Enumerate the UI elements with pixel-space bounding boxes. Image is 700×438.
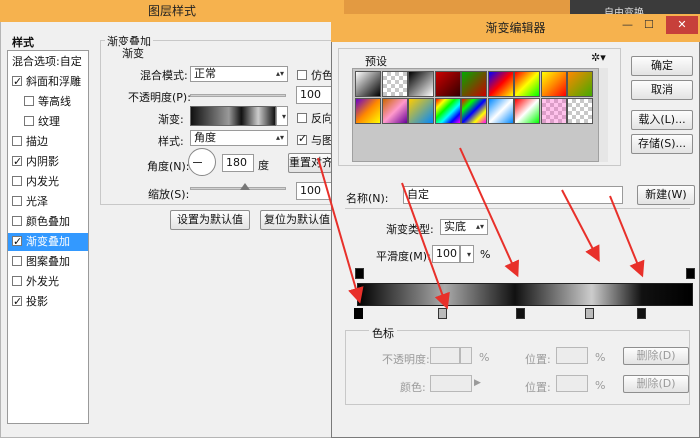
annotation-arrows [317, 147, 645, 310]
red-arrow [561, 189, 600, 263]
red-arrow [609, 195, 645, 278]
red-arrow [459, 147, 520, 278]
red-arrow [317, 157, 364, 304]
red-arrow [401, 182, 450, 310]
